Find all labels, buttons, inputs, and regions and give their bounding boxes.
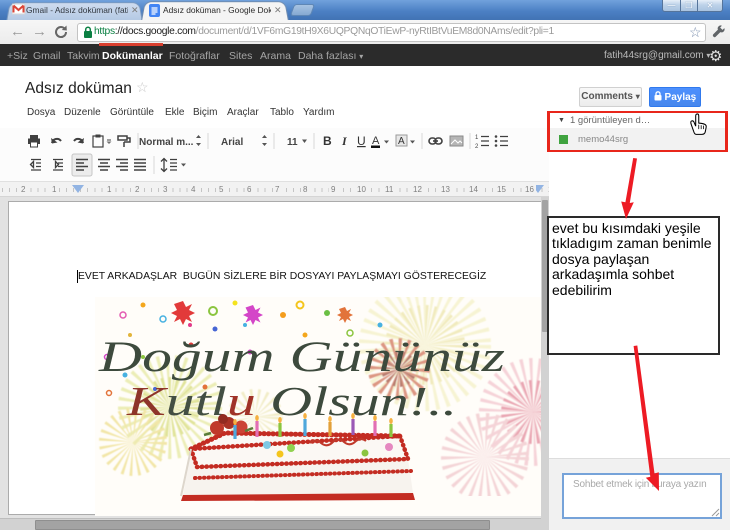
svg-text:B: B: [323, 134, 332, 148]
svg-text:Normal m...: Normal m...: [139, 137, 194, 148]
svg-text:U: U: [357, 134, 366, 148]
svg-text:A: A: [398, 136, 405, 147]
svg-text:2: 2: [475, 144, 479, 150]
svg-text:Kutlu Olsun!..: Kutl u Olsun!..: [126, 378, 457, 424]
svg-text:I: I: [341, 134, 348, 148]
svg-text:1: 1: [475, 135, 479, 141]
svg-text:Doğum Gününüz: Doğum Gününüz: [98, 334, 506, 381]
svg-text:11: 11: [287, 137, 298, 148]
svg-text:Arial: Arial: [221, 137, 243, 148]
svg-text:A: A: [372, 135, 380, 147]
